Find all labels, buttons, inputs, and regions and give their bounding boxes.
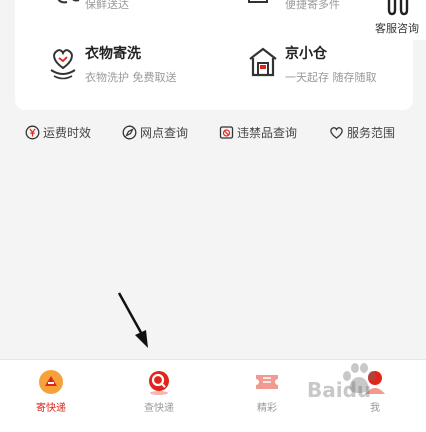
tab-label: 精彩 xyxy=(257,403,277,414)
fresh-delivery-icon xyxy=(57,0,80,4)
tab-send-express[interactable]: 寄快递 xyxy=(11,360,91,432)
multi-parcel-icon xyxy=(248,0,268,3)
tab-label: 查快递 xyxy=(144,403,174,414)
quick-link-label: 网点查询 xyxy=(140,125,189,140)
customer-service-label: 客服咨询 xyxy=(375,22,419,35)
headset-icon xyxy=(387,0,409,16)
send-express-icon xyxy=(39,370,63,394)
service-item-warehouse[interactable]: 京小仓 一天起存 随存随取 xyxy=(225,46,413,96)
compass-icon xyxy=(122,125,137,139)
service-item-clothes-wash[interactable]: 衣物寄洗 衣物洗护 免费取送 xyxy=(15,46,205,96)
prohibited-items-icon xyxy=(219,125,234,139)
quick-links: 运费时效 网点查询 违禁品查询 服务范围 xyxy=(0,122,426,142)
heart-icon xyxy=(330,126,343,139)
tab-highlights[interactable]: 精彩 xyxy=(227,360,307,432)
customer-service-button[interactable]: 客服咨询 xyxy=(370,0,426,40)
search-express-icon xyxy=(149,371,169,395)
quick-link-label: 运费时效 xyxy=(43,125,92,140)
warehouse-icon xyxy=(249,47,277,77)
quick-link-prohibited-items[interactable]: 违禁品查询 xyxy=(219,122,297,142)
service-subtitle: 一天起存 随存随取 xyxy=(285,71,377,84)
service-title: 衣物寄洗 xyxy=(85,46,141,62)
quick-link-label: 违禁品查询 xyxy=(237,125,298,140)
quick-link-label: 服务范围 xyxy=(347,125,396,140)
yen-circle-icon xyxy=(25,125,40,139)
service-subtitle: 衣物洗护 免费取送 xyxy=(85,71,177,84)
service-title: 京小仓 xyxy=(285,46,327,62)
tab-search-express[interactable]: 查快递 xyxy=(119,360,199,432)
ticket-icon xyxy=(256,375,278,389)
baidu-paw-icon xyxy=(343,363,376,393)
quick-link-outlet-search[interactable]: 网点查询 xyxy=(122,122,188,142)
quick-link-service-area[interactable]: 服务范围 xyxy=(329,122,395,142)
tab-label: 寄快递 xyxy=(36,403,66,414)
top-right-subtitle: 便捷寄多件 xyxy=(285,0,340,11)
clothes-wash-icon xyxy=(50,49,76,80)
top-left-subtitle: 保鲜送达 xyxy=(85,0,129,11)
quick-link-shipping-time[interactable]: 运费时效 xyxy=(25,122,91,142)
service-card: 保鲜送达 便捷寄多件 衣物寄洗 衣物洗护 免费取送 京小仓 一天起存 随存随取 xyxy=(15,0,413,110)
watermark: Baidu xyxy=(307,363,376,402)
